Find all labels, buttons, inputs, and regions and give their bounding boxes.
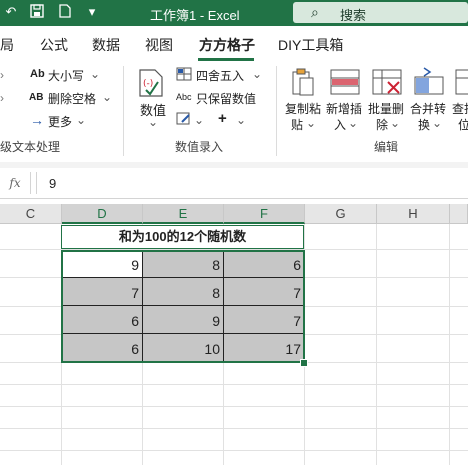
gridline [0, 406, 468, 407]
chevron-down-icon: ⌄ [348, 116, 359, 130]
batch-delete-line2: 除 [376, 118, 389, 132]
cell-f4[interactable]: 7 [224, 278, 305, 306]
cell-f5[interactable]: 7 [224, 306, 305, 334]
svg-text:(-): (-) [143, 79, 153, 89]
chevron-down-icon: ⌄ [432, 116, 443, 130]
add-icon[interactable]: + [218, 110, 227, 127]
edit-cell-icon[interactable] [176, 112, 192, 129]
column-header-e[interactable]: E [143, 204, 224, 224]
number-icon[interactable]: (-) [138, 68, 164, 101]
case-icon: Ab [30, 68, 45, 80]
formula-input[interactable]: 9 [36, 172, 468, 194]
tab-fangfang[interactable]: 方方格子 [199, 35, 255, 55]
save-icon[interactable] [29, 4, 45, 20]
tab-view[interactable]: 视图 [145, 35, 173, 55]
chevron-down-icon: ⌄ [102, 90, 113, 104]
column-header-i[interactable] [450, 204, 468, 224]
formula-bar: fx 9 [0, 168, 468, 199]
cell-d5[interactable]: 6 [62, 306, 143, 334]
group-label-edit: 编辑 [374, 140, 399, 154]
round-icon [176, 67, 192, 84]
insert-button[interactable]: 新增插 [326, 100, 362, 117]
search-icon: ⌕ [311, 4, 319, 20]
chevron-down-icon: ⌄ [148, 115, 159, 129]
tab-data[interactable]: 数据 [92, 35, 120, 55]
batch-delete-button[interactable]: 批量删 [368, 100, 404, 117]
merge-convert-icon[interactable] [414, 66, 444, 99]
case-button[interactable]: 大小写 [48, 67, 84, 84]
keep-values-button[interactable]: 只保留数值 [196, 90, 256, 107]
chevron-down-icon: ⌄ [194, 113, 205, 127]
find-locate-icon[interactable] [455, 68, 468, 99]
undo-icon[interactable]: ↶ [3, 4, 19, 20]
column-header-f[interactable]: F [224, 204, 305, 224]
arrow-right-icon: → [30, 112, 44, 128]
group-divider [276, 66, 277, 156]
insert-icon[interactable] [330, 68, 360, 99]
copy-paste-line2: 贴 [291, 118, 304, 132]
search-box[interactable]: ⌕ 搜索 [293, 2, 468, 23]
merge-convert-line2: 换 [418, 118, 431, 132]
abc-icon: Abc [176, 92, 192, 102]
cell-e3[interactable]: 8 [143, 250, 224, 278]
group-label-text: 级文本处理 [0, 140, 61, 154]
fill-handle[interactable] [300, 359, 308, 367]
search-placeholder: 搜索 [340, 8, 367, 23]
column-header-g[interactable]: G [305, 204, 377, 224]
table-title-cell[interactable]: 和为100的12个随机数 [61, 225, 304, 249]
gridline [0, 384, 468, 385]
copy-paste-button[interactable]: 复制粘 [285, 100, 321, 117]
title-bar: ↶ ▾ 工作簿1 - Excel ⌕ 搜索 [0, 0, 468, 26]
gridline [0, 362, 468, 363]
remove-space-icon: AB [29, 92, 44, 103]
more-button[interactable]: 更多 [48, 113, 72, 130]
insert-function-icon[interactable]: fx [0, 172, 31, 194]
chevron-down-icon: ⌄ [252, 67, 263, 81]
remove-space-button[interactable]: 删除空格 [48, 90, 96, 107]
column-header-h[interactable]: H [377, 204, 450, 224]
formula-value: 9 [49, 176, 57, 191]
cell-f6[interactable]: 17 [224, 334, 305, 362]
chevron-icon: › [0, 68, 4, 82]
merge-convert-button[interactable]: 合并转 [410, 100, 446, 117]
window-title: 工作簿1 - Excel [150, 8, 240, 23]
chevron-down-icon: ⌄ [306, 116, 317, 130]
chevron-down-icon: ⌄ [90, 67, 101, 81]
tab-layout[interactable]: 局 [0, 35, 14, 55]
new-file-icon[interactable] [57, 4, 73, 20]
cell-e5[interactable]: 9 [143, 306, 224, 334]
gridline [0, 428, 468, 429]
find-locate-line2: 位 [458, 118, 468, 132]
find-locate-button[interactable]: 查找 [452, 100, 468, 117]
cell-d6[interactable]: 6 [62, 334, 143, 362]
cell-d4[interactable]: 7 [62, 278, 143, 306]
column-header-c[interactable]: C [0, 204, 62, 224]
chevron-down-icon: ⌄ [390, 116, 401, 130]
cell-d3[interactable]: 9 [62, 250, 143, 278]
tab-formulas[interactable]: 公式 [40, 35, 68, 55]
cell-e4[interactable]: 8 [143, 278, 224, 306]
group-label-number: 数值录入 [175, 140, 224, 154]
copy-paste-icon[interactable] [290, 68, 316, 101]
cell-e6[interactable]: 10 [143, 334, 224, 362]
ribbon-tabs: 局 公式 数据 视图 方方格子 DIY工具箱 [0, 26, 468, 62]
batch-delete-icon[interactable] [372, 68, 402, 99]
chevron-down-icon: ⌄ [236, 113, 247, 127]
insert-line2: 入 [334, 118, 347, 132]
chevron-icon: › [0, 91, 4, 105]
active-tab-indicator [198, 58, 254, 61]
group-divider [123, 66, 124, 156]
round-button[interactable]: 四舍五入 [196, 67, 244, 84]
tab-diy-toolbox[interactable]: DIY工具箱 [278, 35, 343, 55]
chevron-down-icon: ⌄ [76, 113, 87, 127]
gridline [0, 450, 468, 451]
customize-quick-access-icon[interactable]: ▾ [84, 4, 100, 20]
column-header-d[interactable]: D [62, 204, 143, 224]
cell-f3[interactable]: 6 [224, 250, 305, 278]
